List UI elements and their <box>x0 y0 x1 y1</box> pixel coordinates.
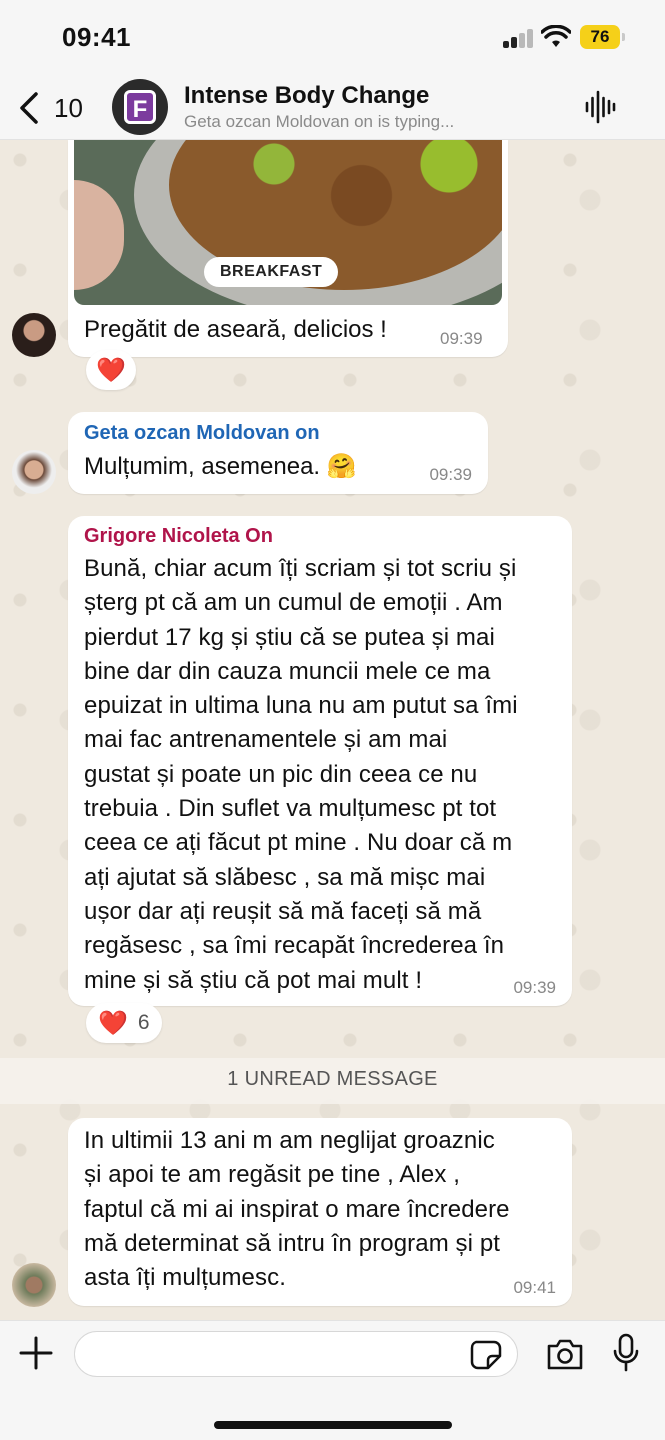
message-time: 09:39 <box>440 329 483 348</box>
avatar[interactable] <box>12 313 56 357</box>
message-text: Mulțumim, asemenea. 🤗 <box>84 453 357 480</box>
photo-tag: BREAKFAST <box>204 257 339 287</box>
breakfast-photo[interactable]: BREAKFAST <box>74 140 502 305</box>
home-indicator <box>214 1421 452 1429</box>
typing-status: Geta ozcan Moldovan on is typing... <box>184 112 455 131</box>
chevron-left-icon <box>20 92 38 124</box>
group-logo: F <box>124 90 156 124</box>
message-text: Pregătit de aseară, delicios ! <box>84 316 387 343</box>
message-text: Bună, chiar acum îți scriam și tot scriu… <box>84 555 518 994</box>
message-time: 09:39 <box>513 978 556 997</box>
signal-icon <box>503 28 535 48</box>
microphone-icon[interactable] <box>612 1333 640 1373</box>
sender-name[interactable]: Grigore Nicoleta On <box>84 525 273 548</box>
message-time: 09:39 <box>429 465 472 484</box>
voice-chat-icon[interactable] <box>584 90 616 124</box>
message-text: In ultimii 13 ani m am neglijat groaznic… <box>84 1127 510 1292</box>
message-bubble[interactable]: In ultimii 13 ani m am neglijat groaznic… <box>68 1118 572 1306</box>
camera-icon[interactable] <box>546 1337 584 1371</box>
status-bar: 09:41 76 <box>0 0 665 74</box>
message-input[interactable] <box>74 1331 518 1377</box>
reaction-badge[interactable]: ❤️ 6 <box>86 1003 162 1043</box>
chat-title[interactable]: Intense Body Change <box>184 82 429 110</box>
message-bubble[interactable]: Geta ozcan Moldovan on Mulțumim, asemene… <box>68 412 488 494</box>
sender-name[interactable]: Geta ozcan Moldovan on <box>84 422 320 445</box>
hugging-emoji-icon: 🤗 <box>326 453 357 480</box>
heart-icon: ❤️ <box>96 356 126 384</box>
attach-plus-icon[interactable] <box>18 1335 54 1371</box>
unread-divider: 1 UNREAD MESSAGE <box>0 1058 665 1104</box>
heart-icon: ❤️ <box>98 1009 128 1037</box>
reaction-count: 6 <box>137 1011 150 1034</box>
battery-icon: 76 <box>580 25 625 49</box>
reaction-badge[interactable]: ❤️ <box>86 350 136 390</box>
avatar[interactable] <box>12 450 56 494</box>
message-time: 09:41 <box>513 1278 556 1297</box>
message-bubble[interactable]: Grigore Nicoleta On Bună, chiar acum îți… <box>68 516 572 1006</box>
back-button[interactable]: 10 <box>18 88 83 128</box>
unread-chats-count: 10 <box>54 92 83 123</box>
chat-header: 10 F Intense Body Change Geta ozcan Mold… <box>0 74 665 140</box>
sticker-icon[interactable] <box>470 1340 502 1370</box>
wifi-icon <box>541 25 571 47</box>
avatar[interactable] <box>12 1263 56 1307</box>
composer-bar <box>0 1320 665 1440</box>
group-avatar[interactable]: F <box>112 79 168 135</box>
status-time: 09:41 <box>62 22 131 52</box>
